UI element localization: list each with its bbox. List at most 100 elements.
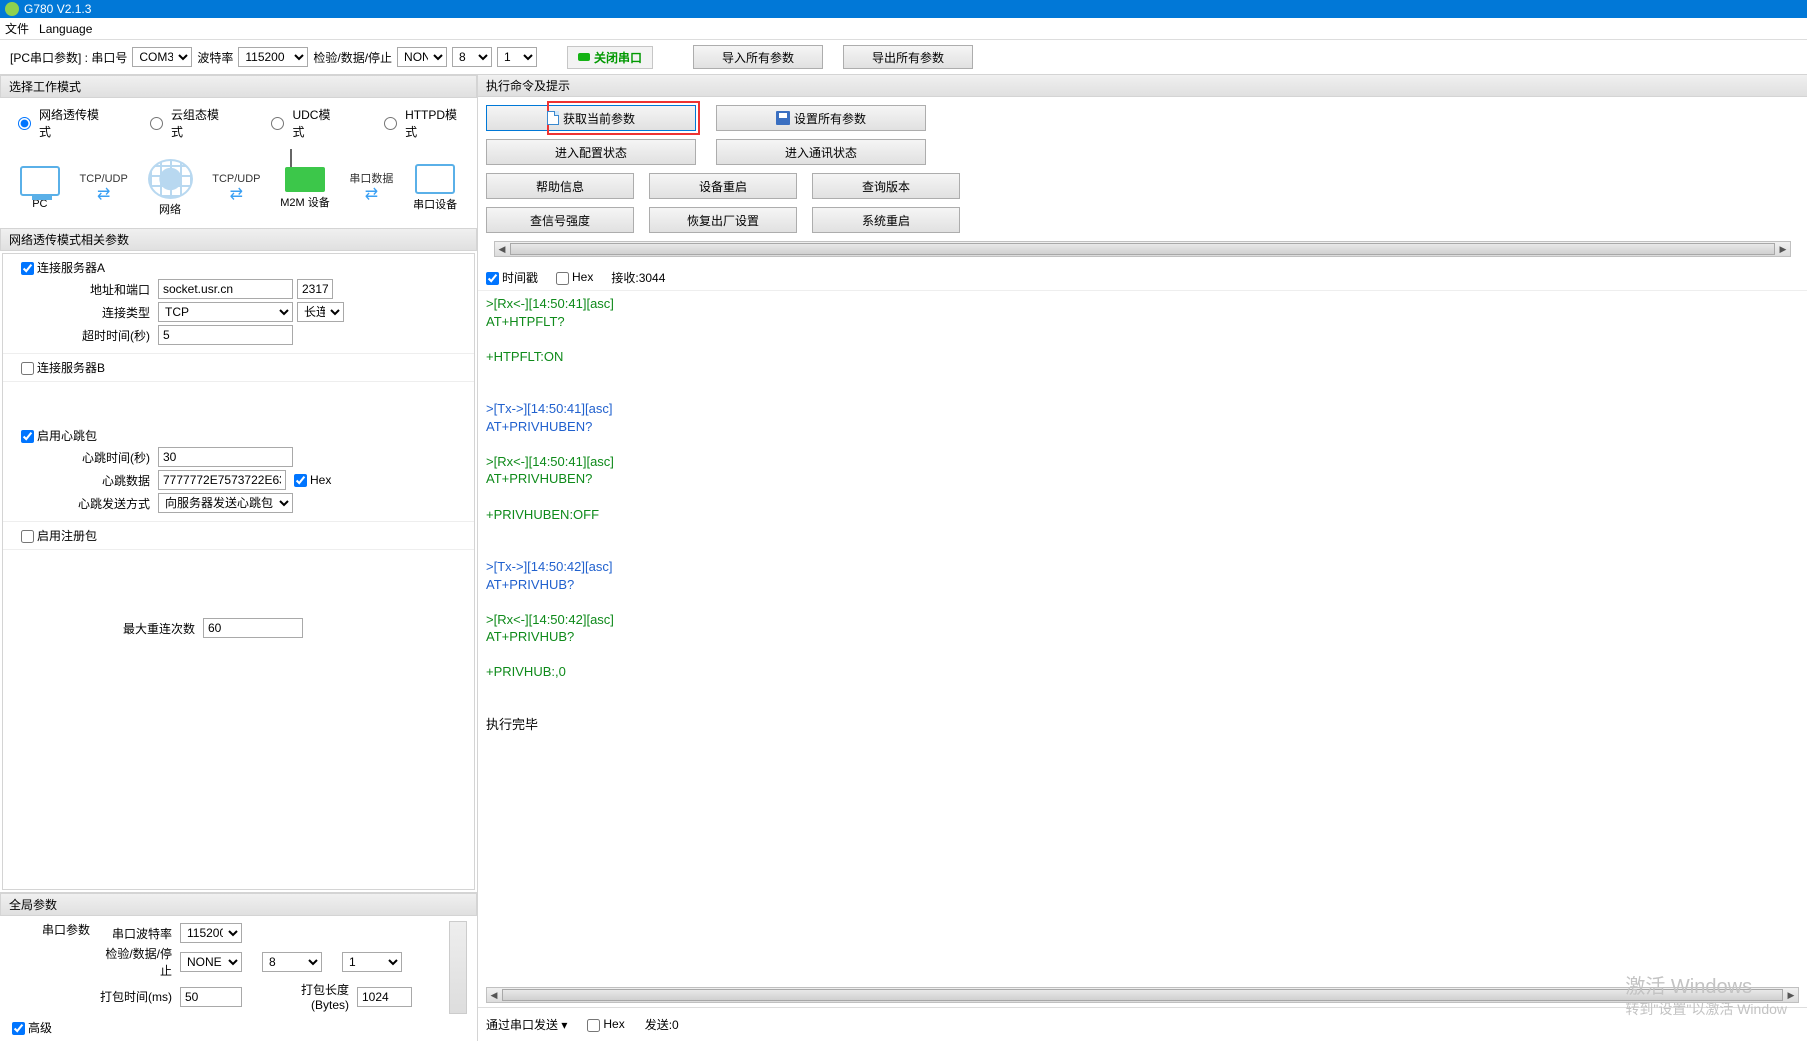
server-b-checkbox[interactable]: 连接服务器B: [13, 361, 105, 375]
hex-checkbox[interactable]: Hex: [556, 270, 593, 284]
close-port-button[interactable]: 关闭串口: [567, 46, 653, 69]
scroll-thumb[interactable]: [502, 989, 1783, 1001]
scroll-left-icon[interactable]: ◀: [495, 242, 509, 256]
hb-time-input[interactable]: [158, 447, 293, 467]
menu-file[interactable]: 文件: [5, 20, 29, 37]
radio-cloud[interactable]: 云组态模式: [150, 106, 221, 140]
document-icon: [547, 111, 559, 125]
sys-reboot-button[interactable]: 系统重启: [812, 207, 960, 233]
right-panel: 执行命令及提示 获取当前参数 设置所有参数 进入配置状态 进入通讯状态 帮助信息: [478, 75, 1807, 1041]
left-panel: 选择工作模式 网络透传模式 云组态模式 UDC模式 HTTPD模式 PC TCP…: [0, 75, 478, 1041]
help-button[interactable]: 帮助信息: [486, 173, 634, 199]
send-bar: 通过串口发送 ▾ Hex 发送:0: [478, 1007, 1807, 1041]
menu-language[interactable]: Language: [39, 22, 92, 36]
serial-toolbar: [PC串口参数] : 串口号 COM3 波特率 115200 检验/数据/停止 …: [0, 40, 1807, 75]
enter-comm-button[interactable]: 进入通讯状态: [716, 139, 926, 165]
import-params-button[interactable]: 导入所有参数: [693, 45, 823, 69]
g-parity-select[interactable]: NONE: [180, 952, 242, 972]
console-line: +PRIVHUB:,0: [486, 663, 1799, 681]
g-baud-select[interactable]: 115200: [180, 923, 242, 943]
console-line: 执行完毕: [486, 716, 1799, 734]
scrollbar-vertical[interactable]: [449, 921, 467, 1014]
console-line: [486, 435, 1799, 453]
heartbeat-checkbox[interactable]: 启用心跳包: [13, 429, 97, 443]
timeout-input[interactable]: [158, 325, 293, 345]
console-horizontal-scrollbar[interactable]: ◀ ▶: [486, 987, 1799, 1003]
baud-label: 波特率: [197, 49, 233, 66]
command-buttons: 获取当前参数 设置所有参数 进入配置状态 进入通讯状态 帮助信息 设备重启 查询…: [478, 97, 1807, 265]
global-params-section: 全局参数 串口参数 串口波特率 115200 检验/数据/停止 NONE 8 1…: [0, 892, 477, 1041]
signal-button[interactable]: 查信号强度: [486, 207, 634, 233]
long-conn-select[interactable]: 长连接: [297, 302, 344, 322]
com-port-select[interactable]: COM3: [132, 47, 192, 67]
menu-bar: 文件 Language: [0, 18, 1807, 40]
port-status-icon: [578, 53, 590, 61]
factory-reset-button[interactable]: 恢复出厂设置: [649, 207, 797, 233]
enter-config-button[interactable]: 进入配置状态: [486, 139, 696, 165]
g-stopbits-select[interactable]: 1: [342, 952, 402, 972]
send-hex-checkbox[interactable]: Hex: [587, 1017, 624, 1031]
window-title: G780 V2.1.3: [24, 2, 91, 16]
net-params-title: 网络透传模式相关参数: [0, 228, 477, 251]
get-params-button[interactable]: 获取当前参数: [486, 105, 696, 131]
set-params-button[interactable]: 设置所有参数: [716, 105, 926, 131]
console-line: >[Tx->][14:50:41][asc]: [486, 400, 1799, 418]
topology-diagram: PC TCP/UDP⇄ 网络 TCP/UDP⇄ M2M 设备 串口数据⇄ 串口设…: [0, 148, 477, 228]
max-reconnect-input[interactable]: [203, 618, 303, 638]
port-input[interactable]: [297, 279, 333, 299]
scroll-left-icon[interactable]: ◀: [487, 988, 501, 1002]
console-line: >[Rx<-][14:50:41][asc]: [486, 295, 1799, 313]
radio-httpd[interactable]: HTTPD模式: [384, 106, 459, 140]
send-via-serial-dropdown[interactable]: 通过串口发送 ▾: [486, 1016, 567, 1033]
check-label: 检验/数据/停止: [313, 49, 392, 66]
pack-time-input[interactable]: [180, 987, 242, 1007]
scroll-right-icon[interactable]: ▶: [1776, 242, 1790, 256]
console-output[interactable]: >[Rx<-][14:50:41][asc]AT+HTPFLT? +HTPFLT…: [478, 291, 1807, 987]
hb-data-input[interactable]: [158, 470, 286, 490]
console-line: >[Rx<-][14:50:41][asc]: [486, 453, 1799, 471]
console-line: AT+PRIVHUBEN?: [486, 470, 1799, 488]
horizontal-scrollbar[interactable]: ◀ ▶: [494, 241, 1791, 257]
pack-len-input[interactable]: [357, 987, 412, 1007]
console-line: AT+PRIVHUB?: [486, 576, 1799, 594]
query-version-button[interactable]: 查询版本: [812, 173, 960, 199]
console-line: [486, 699, 1799, 717]
m2m-icon: [285, 167, 325, 192]
stopbits-select[interactable]: 1: [497, 47, 537, 67]
cmd-panel-title: 执行命令及提示: [478, 75, 1807, 97]
hb-hex-checkbox[interactable]: Hex: [294, 473, 331, 487]
timestamp-checkbox[interactable]: 时间戳: [486, 269, 538, 286]
scroll-thumb[interactable]: [510, 243, 1775, 255]
serial-device-icon: [415, 164, 455, 194]
reg-packet-checkbox[interactable]: 启用注册包: [13, 529, 97, 543]
net-params-section: 连接服务器A 地址和端口 连接类型 TCP 长连接 超时时间(秒) 连接服务器B: [2, 253, 475, 890]
console-line: [486, 646, 1799, 664]
dev-reboot-button[interactable]: 设备重启: [649, 173, 797, 199]
addr-input[interactable]: [158, 279, 293, 299]
work-mode-title: 选择工作模式: [0, 75, 477, 98]
export-params-button[interactable]: 导出所有参数: [843, 45, 973, 69]
console-line: [486, 541, 1799, 559]
save-icon: [776, 111, 790, 125]
radio-udc[interactable]: UDC模式: [271, 106, 334, 140]
hb-send-select[interactable]: 向服务器发送心跳包: [158, 493, 293, 513]
pc-icon: [20, 166, 60, 196]
advanced-checkbox[interactable]: 高级: [0, 1021, 52, 1035]
conn-type-select[interactable]: TCP: [158, 302, 293, 322]
recv-count: 3044: [639, 271, 666, 285]
scroll-right-icon[interactable]: ▶: [1784, 988, 1798, 1002]
console-line: AT+HTPFLT?: [486, 313, 1799, 331]
arrows-icon: TCP/UDP⇄: [212, 174, 260, 203]
console-line: [486, 383, 1799, 401]
server-a-checkbox[interactable]: 连接服务器A: [13, 261, 105, 275]
radio-net-transparent[interactable]: 网络透传模式: [18, 106, 100, 140]
console-status-row: 时间戳 Hex 接收:3044: [478, 265, 1807, 291]
work-mode-radios: 网络透传模式 云组态模式 UDC模式 HTTPD模式: [0, 98, 477, 148]
baud-select[interactable]: 115200: [238, 47, 308, 67]
g-databits-select[interactable]: 8: [262, 952, 322, 972]
pc-port-label: [PC串口参数] : 串口号: [10, 49, 127, 66]
parity-select[interactable]: NONE: [397, 47, 447, 67]
databits-select[interactable]: 8: [452, 47, 492, 67]
arrows-icon: 串口数据⇄: [349, 174, 393, 203]
console-line: AT+PRIVHUB?: [486, 628, 1799, 646]
